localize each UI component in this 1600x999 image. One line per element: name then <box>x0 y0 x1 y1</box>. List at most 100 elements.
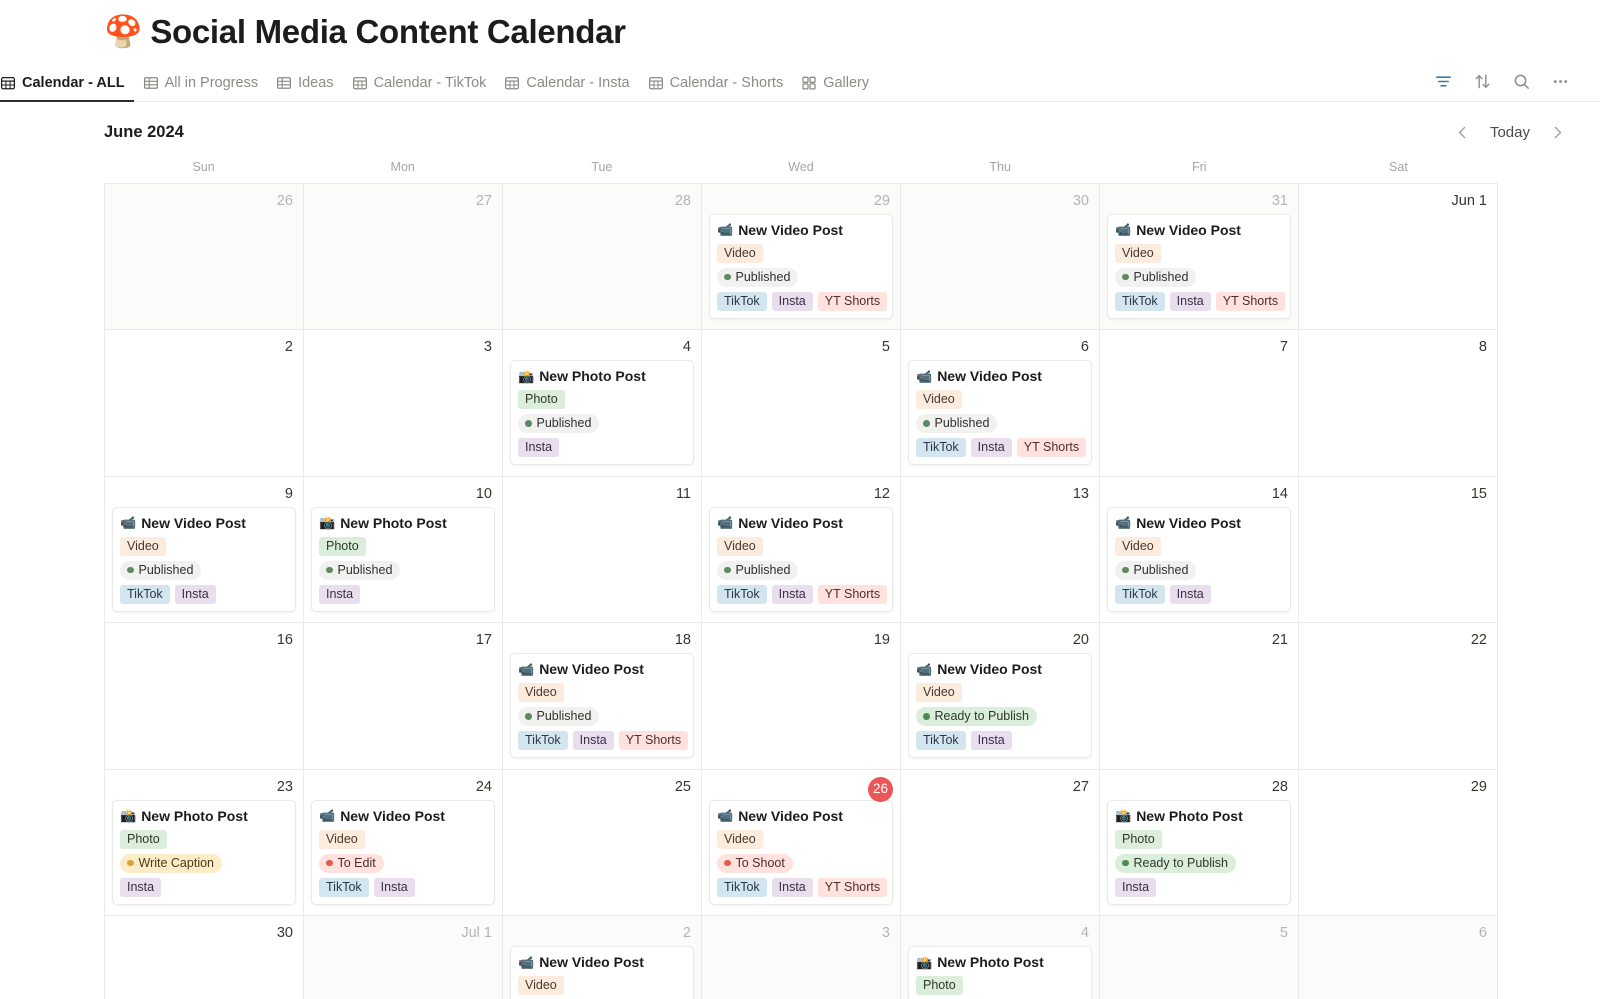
event-card[interactable]: 📸 New Photo Post Photo Write Caption Insta <box>112 799 296 905</box>
video-icon: 📹 <box>717 808 734 824</box>
calendar-controls: June 2024 Today <box>0 102 1600 160</box>
status-dot-icon <box>1122 566 1129 574</box>
type-badge: Video <box>916 683 962 703</box>
day-cell[interactable]: 4 📸 New Photo Post Photo Published Insta <box>503 330 702 477</box>
day-cell[interactable]: 12 📹 New Video Post Video Published TikTok Ins… <box>702 476 901 624</box>
tab-calendar-tiktok[interactable]: Calendar - TikTok <box>343 65 496 101</box>
event-card[interactable]: 📹 New Video Post Video Published TikTok Insta… <box>1107 213 1291 319</box>
day-cell[interactable]: 10 📸 New Photo Post Photo Published Insta <box>304 476 503 624</box>
day-cell[interactable]: 27 <box>901 769 1100 917</box>
video-icon: 📹 <box>1115 222 1132 238</box>
day-cell[interactable]: 26 <box>105 183 304 331</box>
day-cell[interactable]: 18 📹 New Video Post Video Published TikTok Ins… <box>503 623 702 770</box>
filter-icon[interactable] <box>1434 72 1453 91</box>
event-card[interactable]: 📹 New Video Post Video To Shoot TikTok Insta Y… <box>709 799 893 905</box>
day-cell[interactable]: 19 <box>702 623 901 770</box>
day-cell[interactable]: 27 <box>304 183 503 331</box>
day-cell[interactable]: 15 <box>1299 476 1498 624</box>
day-cell[interactable]: 25 <box>503 769 702 917</box>
event-card[interactable]: 📸 New Photo Post Photo Published Insta <box>510 360 694 466</box>
tab-all-in-progress[interactable]: All in Progress <box>134 65 267 101</box>
next-month-button[interactable] <box>1544 120 1570 146</box>
event-card[interactable]: 📸 New Photo Post Photo <box>908 946 1092 999</box>
day-cell[interactable]: 7 <box>1100 330 1299 477</box>
day-number: 15 <box>1470 485 1487 502</box>
event-title-text: New Photo Post <box>1136 807 1243 824</box>
day-cell[interactable]: 5 <box>702 330 901 477</box>
event-card[interactable]: 📹 New Video Post Video Published TikTok Insta <box>112 506 296 612</box>
day-cell[interactable]: 14 📹 New Video Post Video Published TikTok Ins… <box>1100 476 1299 624</box>
day-cell[interactable]: 30 <box>105 916 304 999</box>
event-card[interactable]: 📹 New Video Post Video <box>510 946 694 999</box>
day-cell[interactable]: Jul 1 <box>304 916 503 999</box>
day-cell[interactable]: 17 <box>304 623 503 770</box>
day-cell[interactable]: 6 <box>1299 916 1498 999</box>
calendar-icon <box>504 75 520 91</box>
day-cell[interactable]: 26 📹 New Video Post Video To Shoot TikTok Inst… <box>702 769 901 917</box>
day-cell[interactable]: 23 📸 New Photo Post Photo Write Caption Insta <box>105 769 304 917</box>
event-title-text: New Photo Post <box>539 368 646 385</box>
day-cell[interactable]: 16 <box>105 623 304 770</box>
day-cell[interactable]: 28 <box>503 183 702 331</box>
day-number: 18 <box>674 632 691 649</box>
event-type-row: Video <box>518 683 686 703</box>
day-cell[interactable]: 9 📹 New Video Post Video Published TikTok Inst… <box>105 476 304 624</box>
day-cell[interactable]: 21 <box>1100 623 1299 770</box>
type-badge: Video <box>518 976 564 996</box>
platform-badge: Insta <box>1169 291 1211 311</box>
tab-calendar-insta[interactable]: Calendar - Insta <box>495 65 638 101</box>
day-number: 3 <box>881 925 890 942</box>
day-cell[interactable]: 29 📹 New Video Post Video Published TikTok Ins… <box>702 183 901 331</box>
video-icon: 📹 <box>717 222 734 238</box>
event-card[interactable]: 📹 New Video Post Video To Edit TikTok Insta <box>311 799 495 905</box>
status-dot-icon <box>923 420 930 427</box>
platform-badge: Insta <box>373 877 415 897</box>
tab-calendar-all[interactable]: Calendar - ALL <box>0 65 134 103</box>
event-card[interactable]: 📹 New Video Post Video Published TikTok Insta… <box>908 360 1092 466</box>
sort-icon[interactable] <box>1473 72 1492 91</box>
event-type-row: Video <box>319 829 487 849</box>
platform-badge: YT Shorts <box>817 291 888 311</box>
day-cell[interactable]: 2 <box>105 330 304 477</box>
day-cell[interactable]: 31 📹 New Video Post Video Published TikTok Ins… <box>1100 183 1299 331</box>
event-card[interactable]: 📸 New Photo Post Photo Published Insta <box>311 506 495 612</box>
status-label: Published <box>536 416 592 431</box>
day-cell[interactable]: 3 <box>702 916 901 999</box>
status-label: Ready to Publish <box>934 709 1030 724</box>
day-cell[interactable]: 8 <box>1299 330 1498 477</box>
day-cell[interactable]: Jun 1 <box>1299 183 1498 331</box>
event-platform-row: TikTok Insta YT Shorts <box>717 877 888 897</box>
day-cell[interactable]: 13 <box>901 476 1100 624</box>
tab-calendar-shorts[interactable]: Calendar - Shorts <box>639 65 793 101</box>
day-cell[interactable]: 29 <box>1299 769 1498 917</box>
day-cell[interactable]: 3 <box>304 330 503 477</box>
day-cell[interactable]: 30 <box>901 183 1100 331</box>
day-cell[interactable]: 11 <box>503 476 702 624</box>
previous-month-button[interactable] <box>1450 120 1476 146</box>
day-cell[interactable]: 5 <box>1100 916 1299 999</box>
event-title-text: New Video Post <box>937 661 1042 678</box>
today-button[interactable]: Today <box>1480 121 1540 144</box>
event-card[interactable]: 📹 New Video Post Video Published TikTok Insta… <box>709 213 893 319</box>
event-card[interactable]: 📹 New Video Post Video Published TikTok Insta <box>1107 506 1291 612</box>
day-cell[interactable]: 22 <box>1299 623 1498 770</box>
day-cell[interactable]: 4 📸 New Photo Post Photo <box>901 916 1100 999</box>
platform-badge: TikTok <box>319 877 369 897</box>
event-card[interactable]: 📸 New Photo Post Photo Ready to Publish Inst… <box>1107 799 1291 905</box>
day-cell[interactable]: 6 📹 New Video Post Video Published TikTok Inst… <box>901 330 1100 477</box>
day-cell[interactable]: 28 📸 New Photo Post Photo Ready to Publish In… <box>1100 769 1299 917</box>
tab-gallery[interactable]: Gallery <box>792 65 878 101</box>
search-icon[interactable] <box>1512 72 1531 91</box>
event-card[interactable]: 📹 New Video Post Video Ready to Publish TikT… <box>908 653 1092 759</box>
event-card[interactable]: 📹 New Video Post Video Published TikTok Insta… <box>510 653 694 759</box>
event-status-row: To Edit <box>319 853 487 873</box>
platform-badge: Insta <box>518 438 560 458</box>
tab-ideas[interactable]: Ideas <box>267 65 342 101</box>
day-cell[interactable]: 2 📹 New Video Post Video <box>503 916 702 999</box>
day-cell[interactable]: 24 📹 New Video Post Video To Edit TikTok Insta <box>304 769 503 917</box>
type-badge: Photo <box>120 829 167 849</box>
event-card[interactable]: 📹 New Video Post Video Published TikTok Insta… <box>709 506 893 612</box>
more-options-icon[interactable] <box>1551 72 1570 91</box>
day-cell[interactable]: 20 📹 New Video Post Video Ready to Publish Ti… <box>901 623 1100 770</box>
platform-badge: TikTok <box>916 438 966 458</box>
